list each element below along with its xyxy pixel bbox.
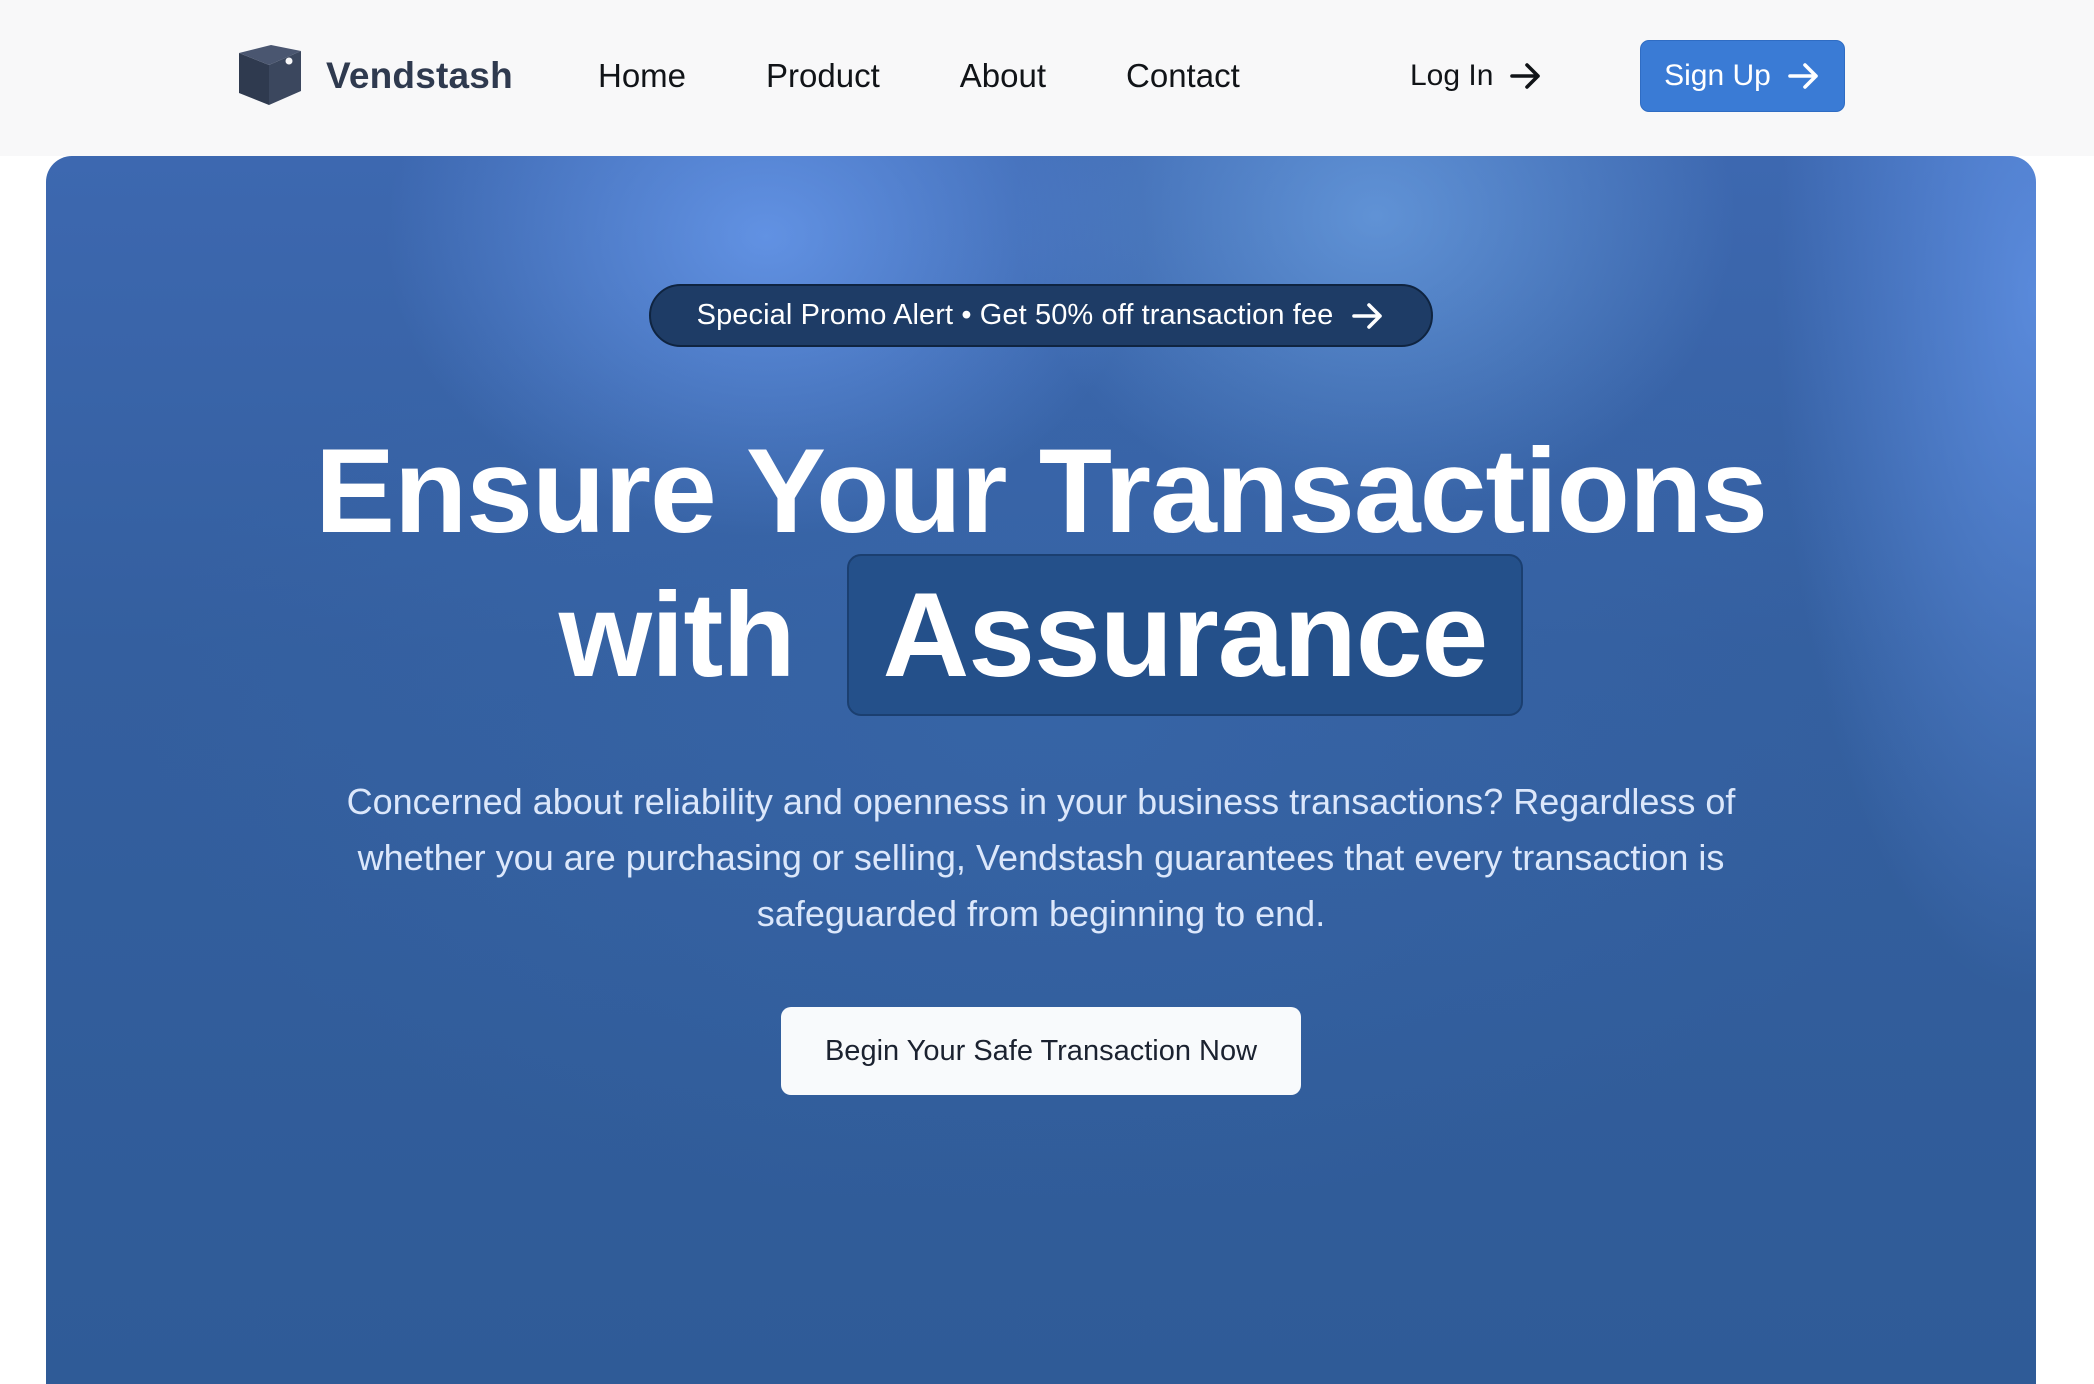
hero-headline-line2: with Assurance: [46, 554, 2036, 716]
top-navbar: Vendstash Home Product About Contact Log…: [0, 0, 2094, 156]
main-nav: Home Product About Contact: [598, 52, 1240, 100]
signup-label: Sign Up: [1664, 59, 1771, 92]
brand-logo[interactable]: Vendstash: [237, 45, 513, 107]
hero-section: Special Promo Alert • Get 50% off transa…: [46, 156, 2036, 1384]
nav-link-home[interactable]: Home: [598, 57, 686, 95]
login-label: Log In: [1410, 59, 1494, 92]
arrow-right-icon: [1788, 63, 1818, 89]
hero-headline-line1: Ensure Your Transactions: [314, 424, 1768, 558]
brand-name: Vendstash: [326, 55, 513, 96]
begin-transaction-button[interactable]: Begin Your Safe Transaction Now: [781, 1007, 1301, 1095]
vault-box-icon: [239, 45, 301, 105]
nav-link-about[interactable]: About: [960, 57, 1046, 95]
arrow-right-icon: [1510, 63, 1541, 89]
promo-text: Special Promo Alert • Get 50% off transa…: [696, 299, 1334, 331]
hero-headline-with: with: [558, 568, 796, 702]
hero-highlight-box: Assurance: [846, 554, 1524, 716]
nav-link-product[interactable]: Product: [766, 57, 880, 95]
signup-button[interactable]: Sign Up: [1640, 40, 1845, 112]
login-link[interactable]: Log In: [1410, 52, 1543, 100]
hero-highlight-word: Assurance: [882, 568, 1489, 702]
hero-subtitle: Concerned about reliability and openness…: [346, 781, 1736, 934]
promo-pill[interactable]: Special Promo Alert • Get 50% off transa…: [649, 284, 1433, 347]
nav-link-contact[interactable]: Contact: [1126, 57, 1240, 95]
cta-label: Begin Your Safe Transaction Now: [824, 1034, 1258, 1067]
arrow-right-icon: [1352, 302, 1383, 329]
